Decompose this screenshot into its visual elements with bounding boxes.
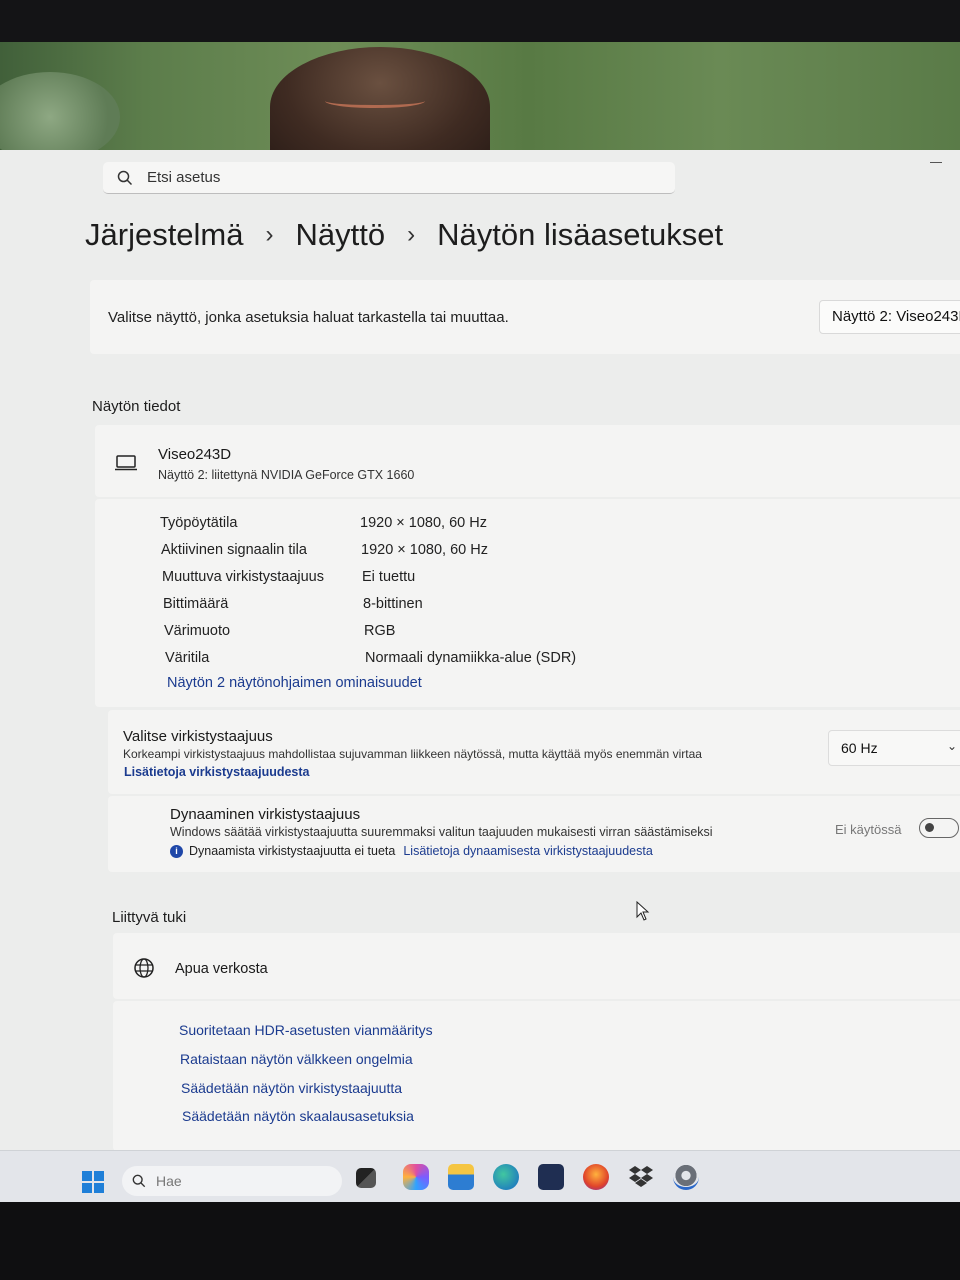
dropbox-icon[interactable] bbox=[628, 1164, 654, 1190]
settings-search-box[interactable] bbox=[103, 162, 675, 194]
info-icon: i bbox=[170, 844, 183, 858]
display-selector-card: Valitse näyttö, jonka asetuksia haluat t… bbox=[90, 280, 960, 354]
refresh-rate-card: Valitse virkistystaajuus Korkeampi virki… bbox=[108, 710, 960, 794]
edge-icon[interactable] bbox=[493, 1164, 519, 1190]
breadcrumb-system[interactable]: Järjestelmä bbox=[85, 217, 244, 253]
monitor-connection: Näyttö 2: liitettynä NVIDIA GeForce GTX … bbox=[158, 468, 415, 482]
help-online-label: Apua verkosta bbox=[175, 961, 268, 977]
dropbox-glyph bbox=[629, 1166, 653, 1187]
file-explorer-icon[interactable] bbox=[448, 1164, 474, 1190]
toggle-knob bbox=[925, 823, 934, 832]
search-icon bbox=[132, 1174, 146, 1188]
page-title: Näytön lisäasetukset bbox=[437, 217, 724, 252]
refresh-rate-dropdown[interactable]: 60 Hz ⌄ bbox=[828, 730, 960, 766]
search-icon bbox=[117, 170, 133, 185]
refresh-rate-description: Korkeampi virkistystaajuus mahdollistaa … bbox=[123, 747, 702, 761]
search-input[interactable] bbox=[147, 169, 587, 186]
wallpaper-bush bbox=[0, 72, 120, 152]
info-label: Värimuoto bbox=[164, 623, 231, 639]
toggle-state-label: Ei käytössä bbox=[835, 822, 902, 837]
taskbar: Hae bbox=[0, 1150, 960, 1202]
info-value: Ei tuettu bbox=[362, 569, 416, 585]
task-view-icon[interactable] bbox=[356, 1168, 376, 1188]
adapter-properties-link[interactable]: Näytön 2 näytönohjaimen ominaisuudet bbox=[167, 675, 422, 691]
section-title-related-support: Liittyvä tuki bbox=[112, 909, 187, 926]
info-label: Väritila bbox=[165, 650, 210, 666]
info-label: Aktiivinen signaalin tila bbox=[161, 542, 307, 558]
info-value: RGB bbox=[364, 623, 396, 639]
monitor-bezel-top bbox=[0, 0, 960, 42]
monitor-icon bbox=[115, 455, 137, 471]
refresh-rate-selected: 60 Hz bbox=[841, 740, 878, 756]
refresh-rate-title: Valitse virkistystaajuus bbox=[123, 728, 273, 745]
windows-start-icon[interactable] bbox=[82, 1171, 104, 1193]
minimize-button[interactable] bbox=[930, 162, 942, 163]
desktop-wallpaper bbox=[0, 42, 960, 152]
refresh-rate-learn-more-link[interactable]: Lisätietoja virkistystaajuudesta bbox=[124, 765, 310, 779]
display-info-header[interactable]: Viseo243D Näyttö 2: liitettynä NVIDIA Ge… bbox=[95, 425, 960, 497]
dynamic-refresh-title: Dynaaminen virkistystaajuus bbox=[170, 806, 361, 823]
dynamic-refresh-learn-more-link[interactable]: Lisätietoja dynaamisesta virkistystaajuu… bbox=[403, 844, 652, 858]
chevron-right-icon: › bbox=[265, 221, 274, 248]
copilot-icon[interactable] bbox=[403, 1164, 429, 1190]
settings-window: Järjestelmä › Näyttö › Näytön lisäasetuk… bbox=[0, 150, 960, 1151]
info-label: Työpöytätila bbox=[160, 515, 238, 531]
display-dropdown[interactable]: Näyttö 2: Viseo243D bbox=[819, 300, 960, 334]
wallpaper-hat-band bbox=[325, 94, 425, 108]
dynamic-refresh-unsupported-text: Dynaamista virkistystaajuutta ei tueta bbox=[189, 844, 396, 858]
breadcrumb-display[interactable]: Näyttö bbox=[296, 217, 386, 253]
dynamic-refresh-toggle[interactable] bbox=[919, 818, 959, 838]
dynamic-refresh-card: Dynaaminen virkistystaajuus Windows säät… bbox=[108, 796, 960, 872]
info-label: Bittimäärä bbox=[163, 596, 229, 612]
store-icon[interactable] bbox=[538, 1164, 564, 1190]
monitor-bezel-bottom bbox=[0, 1202, 960, 1280]
help-link-flicker[interactable]: Rataistaan näytön välkkeen ongelmia bbox=[180, 1051, 413, 1067]
info-label: Muuttuva virkistystaajuus bbox=[162, 569, 324, 585]
globe-icon bbox=[134, 958, 154, 978]
info-value: 1920 × 1080, 60 Hz bbox=[361, 542, 488, 558]
taskbar-search[interactable]: Hae bbox=[122, 1166, 342, 1196]
help-link-scaling[interactable]: Säädetään näytön skaalausasetuksia bbox=[182, 1108, 414, 1124]
chevron-right-icon: › bbox=[407, 221, 416, 248]
settings-icon[interactable] bbox=[673, 1164, 699, 1190]
photo-of-screen: Järjestelmä › Näyttö › Näytön lisäasetuk… bbox=[0, 0, 960, 1280]
info-value: Normaali dynamiikka-alue (SDR) bbox=[365, 650, 577, 666]
breadcrumb: Järjestelmä › Näyttö › Näytön lisäasetuk… bbox=[85, 217, 723, 253]
display-selector-prompt: Valitse näyttö, jonka asetuksia haluat t… bbox=[108, 308, 509, 326]
display-info-details: Työpöytätila 1920 × 1080, 60 Hz Aktiivin… bbox=[95, 499, 960, 707]
taskbar-search-placeholder: Hae bbox=[156, 1173, 182, 1189]
dynamic-refresh-description: Windows säätää virkistystaajuutta suurem… bbox=[170, 825, 713, 839]
monitor-name: Viseo243D bbox=[158, 446, 232, 463]
mouse-cursor-icon bbox=[636, 901, 650, 921]
firefox-icon[interactable] bbox=[583, 1164, 609, 1190]
chevron-down-icon: ⌄ bbox=[946, 739, 957, 753]
section-title-display-info: Näytön tiedot bbox=[92, 398, 181, 415]
help-links-list: Suoritetaan HDR-asetusten vianmääritys R… bbox=[113, 1001, 960, 1151]
help-link-refresh-rate[interactable]: Säädetään näytön virkistystaajuutta bbox=[181, 1080, 402, 1096]
dynamic-refresh-notice: i Dynaamista virkistystaajuutta ei tueta… bbox=[170, 844, 653, 858]
help-link-hdr[interactable]: Suoritetaan HDR-asetusten vianmääritys bbox=[179, 1022, 433, 1038]
info-value: 8-bittinen bbox=[363, 596, 423, 612]
help-online-header[interactable]: Apua verkosta bbox=[113, 933, 960, 999]
info-value: 1920 × 1080, 60 Hz bbox=[360, 515, 487, 531]
